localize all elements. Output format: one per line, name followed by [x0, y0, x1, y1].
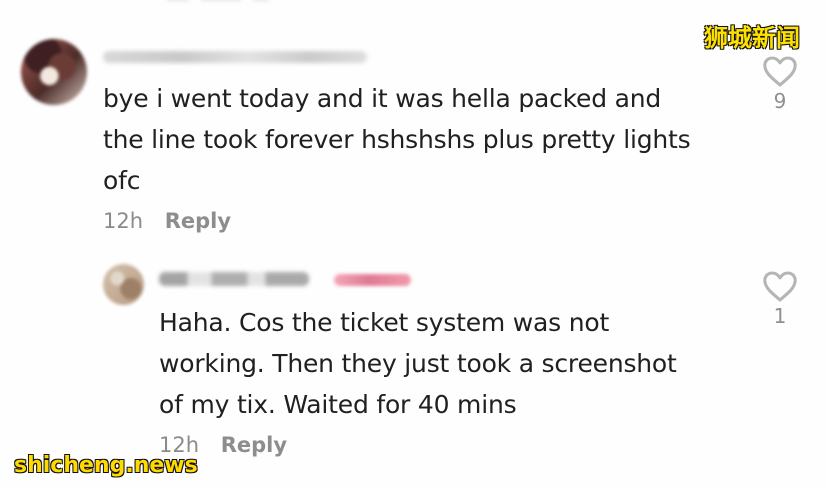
reply-avatar[interactable]	[103, 264, 144, 305]
reply-button[interactable]: Reply	[165, 209, 231, 233]
reply-comment-body: Haha. Cos the ticket system was not work…	[159, 302, 739, 425]
reply-button[interactable]: Reply	[221, 433, 287, 457]
cropped-previous-comment-fragment	[166, 0, 286, 4]
reply-line: of my tix. Waited for 40 mins	[159, 390, 517, 419]
comment-line: bye i went today and it was hella packed…	[103, 84, 662, 113]
bottom-left-watermark: shicheng.news	[14, 453, 198, 478]
reply-line: Haha. Cos the ticket system was not	[159, 308, 610, 337]
blurred-creator-label	[334, 274, 411, 286]
comment-body: bye i went today and it was hella packed…	[103, 78, 763, 201]
comment-time: 12h	[103, 209, 144, 233]
commenter-avatar[interactable]	[21, 39, 87, 105]
reply-line: working. Then they just took a screensho…	[159, 349, 677, 378]
like-button[interactable]: 9	[758, 55, 802, 113]
comment-meta: 12h Reply	[103, 209, 231, 233]
like-count: 9	[773, 89, 787, 113]
reply-like-button[interactable]: 1	[758, 270, 802, 328]
top-right-watermark: 狮城新闻	[704, 23, 800, 52]
comment-line: the line took forever hshshshs plus pret…	[103, 125, 691, 154]
reply-like-count: 1	[773, 304, 787, 328]
heart-outline-icon[interactable]	[761, 55, 799, 89]
blurred-reply-username[interactable]	[159, 272, 309, 286]
blurred-username[interactable]	[103, 51, 367, 63]
comment-line: ofc	[103, 166, 141, 195]
heart-outline-icon[interactable]	[761, 270, 799, 304]
comment-thread-screen: bye i went today and it was hella packed…	[0, 0, 827, 487]
